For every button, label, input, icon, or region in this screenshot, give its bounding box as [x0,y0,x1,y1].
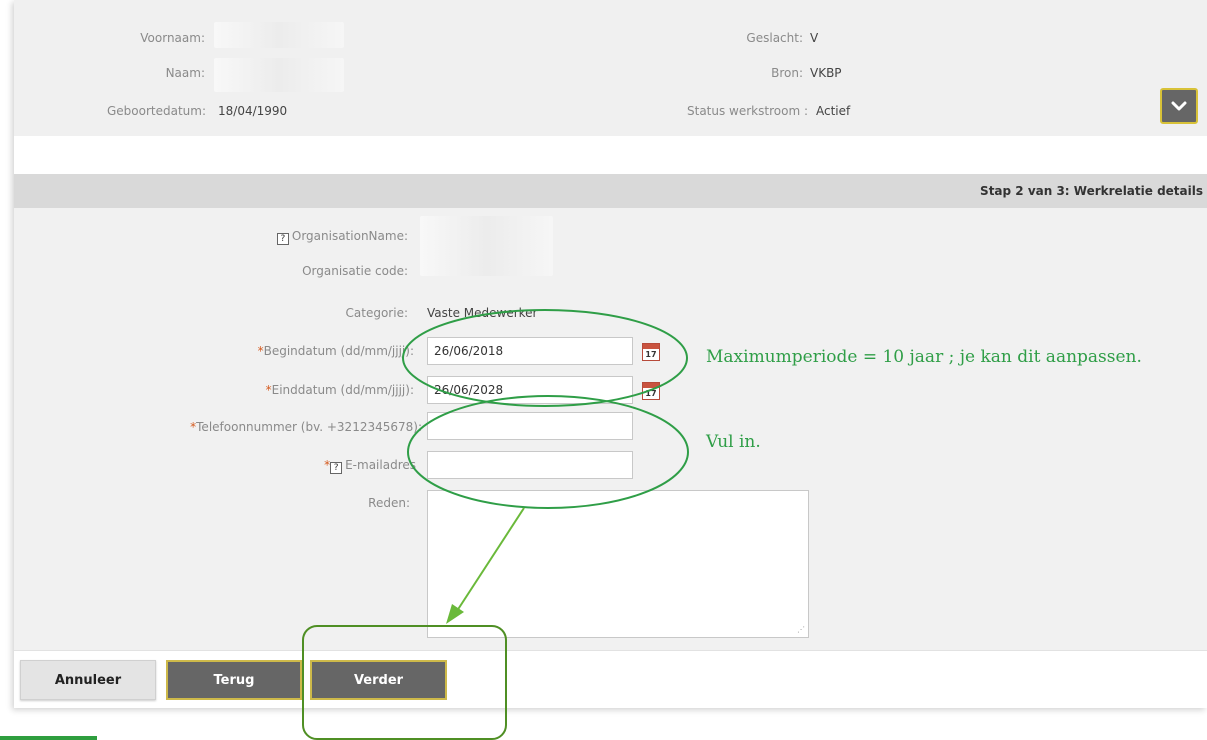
annotation-fill-note: Vul in. [706,432,761,452]
contact-highlight-ellipse [407,395,689,509]
dates-highlight-ellipse [402,309,688,407]
arrow-head-icon [446,604,464,624]
annotation-dates-note: Maximumperiode = 10 jaar ; je kan dit aa… [706,347,1142,367]
verder-highlight-box [302,625,507,740]
green-tab-decoration [0,736,97,740]
annotation-overlay [302,309,689,740]
arrow-line [454,507,525,615]
